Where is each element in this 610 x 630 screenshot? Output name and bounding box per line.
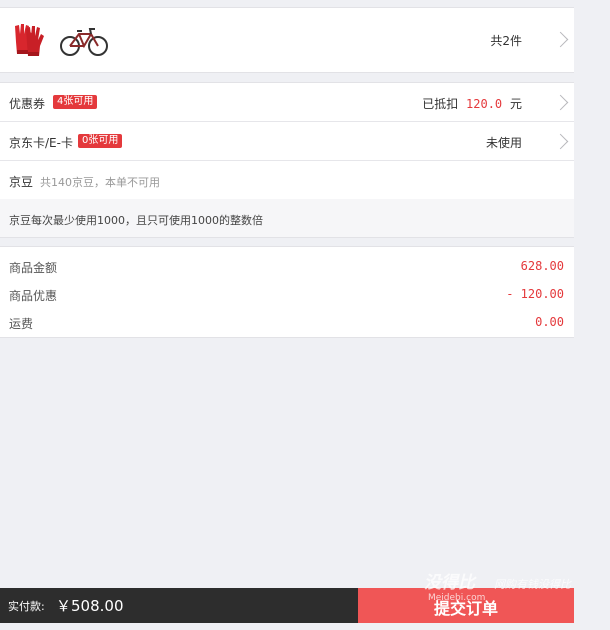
- shipping-label: 运费: [9, 317, 34, 331]
- checkout-bar: 实付款: ￥508.00 提交订单: [0, 588, 574, 623]
- chevron-right-icon: [552, 94, 569, 111]
- red-gloves-icon: [15, 24, 44, 56]
- jd-beans-note-text: 京豆每次最少使用1000，且只可使用1000的整数倍: [9, 214, 263, 227]
- goods-discount-value: - 120.00: [506, 287, 564, 301]
- coupon-deducted: 已抵扣 120.0 元: [422, 95, 522, 112]
- goods-amount-label: 商品金额: [9, 261, 58, 275]
- jd-beans-note: 京豆每次最少使用1000，且只可使用1000的整数倍: [0, 199, 574, 238]
- coupon-label: 优惠券: [9, 97, 46, 111]
- gift-card-row[interactable]: 京东卡/E-卡 0张可用 未使用: [0, 122, 574, 161]
- order-totals-panel: 商品金额 628.00 商品优惠 - 120.00 运费 0.00: [0, 246, 574, 338]
- jd-beans-label: 京豆: [9, 175, 34, 189]
- coupon-deducted-amount: 120.0: [466, 97, 503, 111]
- gift-card-label: 京东卡/E-卡: [9, 136, 73, 150]
- goods-discount-label: 商品优惠: [9, 289, 58, 303]
- jd-beans-info: 共140京豆，本单不可用: [40, 176, 160, 189]
- watermark-brand: 没得比: [424, 573, 475, 593]
- product-list-panel[interactable]: 共2件: [0, 7, 574, 73]
- coupon-available-badge: 4张可用: [53, 95, 98, 109]
- goods-discount-row: 商品优惠 - 120.00: [0, 278, 574, 306]
- watermark-slogan: 网购有钱没得比: [494, 578, 571, 591]
- watermark-domain: Meidebi.com: [428, 593, 486, 603]
- goods-amount-row: 商品金额 628.00: [0, 250, 574, 278]
- gift-card-status: 未使用: [485, 136, 522, 150]
- bicycle-icon: [60, 28, 108, 56]
- paid-label: 实付款:: [8, 600, 45, 613]
- shipping-value: 0.00: [535, 315, 564, 329]
- paid-amount: ￥508.00: [56, 597, 124, 615]
- chevron-right-icon: [552, 31, 569, 48]
- product-thumbnails: [10, 20, 108, 60]
- coupon-deducted-unit: 元: [509, 97, 522, 111]
- gift-card-available-badge: 0张可用: [78, 134, 123, 148]
- coupon-row[interactable]: 优惠券 4张可用 已抵扣 120.0 元: [0, 83, 574, 122]
- item-count: 共2件: [490, 34, 522, 48]
- jd-beans-row: 京豆 共140京豆，本单不可用: [0, 161, 574, 199]
- coupon-deducted-prefix: 已抵扣: [422, 97, 459, 111]
- chevron-right-icon: [552, 133, 569, 150]
- shipping-row: 运费 0.00: [0, 306, 574, 334]
- discount-panel: 优惠券 4张可用 已抵扣 120.0 元 京东卡/E-卡 0张可用 未使用 京豆…: [0, 82, 574, 238]
- goods-amount-value: 628.00: [520, 259, 564, 273]
